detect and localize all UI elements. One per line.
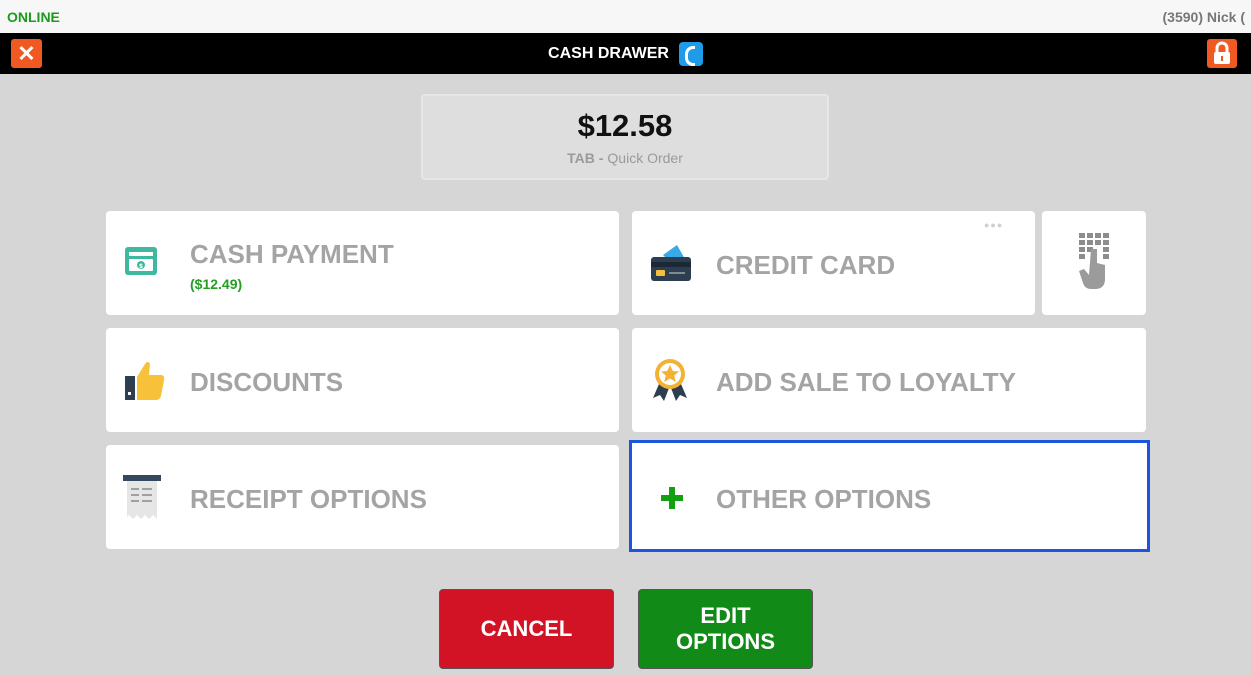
svg-text:$: $ [139,263,143,270]
keypad-hand-icon [1079,233,1109,289]
cash-drawer-icon[interactable] [678,41,703,66]
add-sale-to-loyalty-button[interactable]: ADD SALE TO LOYALTY [632,328,1146,432]
loyalty-label: ADD SALE TO LOYALTY [716,367,1016,397]
other-options-label: OTHER OPTIONS [716,484,932,514]
connection-status: ONLINE [7,9,60,25]
order-name: Quick Order [607,150,683,166]
cash-icon: $ [125,247,157,275]
cash-payment-button[interactable]: $ CASH PAYMENT ($12.49) [106,211,619,315]
other-options-button[interactable]: OTHER OPTIONS [629,440,1150,552]
edit-options-line1: EDIT [700,603,751,628]
order-total-panel: $12.58 TAB - Quick Order [421,94,829,180]
plus-icon [661,487,683,509]
cash-payment-label: CASH PAYMENT [190,239,394,269]
credit-card-label: CREDIT CARD [716,250,896,280]
edit-options-line2: OPTIONS [675,629,775,654]
thumbs-up-icon [125,362,165,400]
cancel-button[interactable]: CANCEL [439,589,614,669]
receipt-icon [123,475,161,519]
credit-card-icon [651,245,691,281]
lock-icon [1214,41,1230,64]
cancel-label: CANCEL [480,616,573,641]
receipt-options-button[interactable]: RECEIPT OPTIONS [106,445,619,549]
cash-payment-amount: ($12.49) [190,276,243,292]
user-label: (3590) Nick ( [1162,9,1245,25]
page-title: CASH DRAWER [548,44,669,62]
receipt-options-label: RECEIPT OPTIONS [190,484,427,514]
credit-card-button[interactable]: ●●● CREDIT CARD [632,211,1035,315]
tab-label: TAB - [567,150,604,166]
title-container: CASH DRAWER [0,33,1251,74]
order-tab-info: TAB - Quick Order [423,150,827,166]
edit-options-label: EDIT OPTIONS [676,603,775,655]
discounts-button[interactable]: DISCOUNTS [106,328,619,432]
lock-button[interactable] [1207,39,1237,68]
more-dots-icon: ●●● [984,220,1004,230]
loyalty-badge-icon [653,359,687,401]
edit-options-button[interactable]: EDIT OPTIONS [638,589,813,669]
discounts-label: DISCOUNTS [190,367,344,397]
manual-card-entry-button[interactable] [1042,211,1146,315]
order-total-amount: $12.58 [577,108,673,143]
status-bar: ONLINE (3590) Nick ( [0,0,1251,34]
